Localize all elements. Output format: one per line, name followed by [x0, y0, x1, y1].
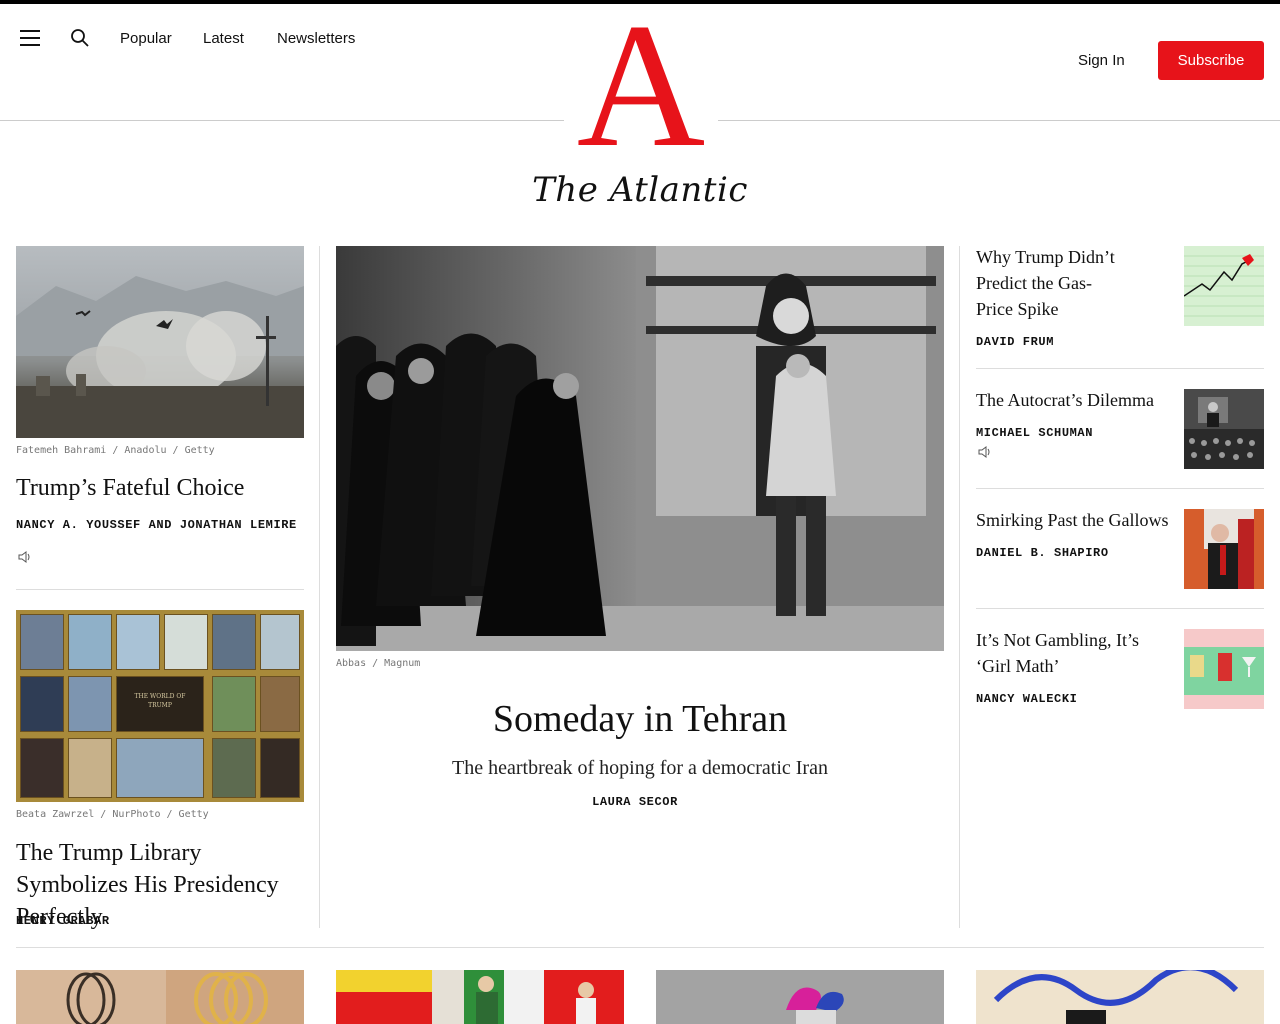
story-image-bracelets[interactable] — [16, 970, 304, 1024]
story-thumbnail[interactable] — [1184, 389, 1264, 469]
story-thumbnail[interactable] — [1184, 246, 1264, 326]
column-divider — [319, 246, 320, 928]
divider — [976, 488, 1264, 489]
menu-icon[interactable] — [20, 30, 40, 46]
photo-credit: Abbas / Magnum — [336, 658, 421, 669]
photo-credit: Beata Zawrzel / NurPhoto / Getty — [16, 809, 209, 820]
story-title[interactable]: The Autocrat’s Dilemma — [976, 387, 1176, 413]
audio-icon[interactable] — [18, 551, 32, 563]
header-rule-right — [718, 120, 1280, 121]
hero-dek: The heartbreak of hoping for a democrati… — [452, 757, 828, 779]
logo-letter[interactable]: A — [564, 0, 718, 174]
photo-credit: Fatemeh Bahrami / Anadolu / Getty — [16, 445, 215, 456]
story-image-objects[interactable] — [656, 970, 944, 1024]
nav-popular[interactable]: Popular — [120, 30, 172, 47]
column-divider — [959, 246, 960, 928]
audio-icon[interactable] — [978, 446, 992, 458]
story-image-soccer[interactable] — [336, 970, 624, 1024]
story-thumbnail[interactable] — [1184, 509, 1264, 589]
hero-byline[interactable]: LAURA SECOR — [336, 796, 934, 809]
story-byline[interactable]: NANCY A. YOUSSEF AND JONATHAN LEMIRE — [16, 519, 304, 532]
nav-newsletters[interactable]: Newsletters — [277, 30, 355, 47]
story-byline[interactable]: HENRY GRABAR — [16, 915, 304, 928]
nav-latest[interactable]: Latest — [203, 30, 244, 47]
divider — [976, 368, 1264, 369]
sign-in-link[interactable]: Sign In — [1078, 52, 1125, 69]
divider — [16, 589, 304, 590]
hero-image[interactable] — [336, 246, 944, 651]
story-thumbnail[interactable] — [1184, 629, 1264, 709]
story-title[interactable]: Trump’s Fateful Choice — [16, 474, 304, 502]
header-rule-left — [0, 120, 564, 121]
story-byline[interactable]: NANCY WALECKI — [976, 693, 1166, 706]
story-image-library[interactable]: THE WORLD OF TRUMP — [16, 610, 304, 802]
story-title[interactable]: Smirking Past the Gallows — [976, 507, 1176, 533]
story-byline[interactable]: MICHAEL SCHUMAN — [976, 427, 1166, 440]
hero-title[interactable]: Someday in Tehran — [336, 697, 944, 741]
story-image-smoke[interactable] — [16, 246, 304, 438]
story-title[interactable]: Why Trump Didn’t Predict the Gas-Price S… — [976, 244, 1126, 322]
story-image-illustration[interactable] — [976, 970, 1264, 1024]
story-byline[interactable]: DAVID FRUM — [976, 336, 1166, 349]
subscribe-button[interactable]: Subscribe — [1158, 41, 1264, 80]
divider — [976, 608, 1264, 609]
story-byline[interactable]: DANIEL B. SHAPIRO — [976, 547, 1166, 560]
section-divider — [16, 947, 1264, 948]
library-sign-text: THE WORLD OF TRUMP — [134, 693, 186, 709]
search-icon[interactable] — [70, 28, 90, 48]
logo-wordmark[interactable]: The Atlantic — [0, 170, 1280, 210]
story-title[interactable]: It’s Not Gambling, It’s ‘Girl Math’ — [976, 627, 1156, 679]
